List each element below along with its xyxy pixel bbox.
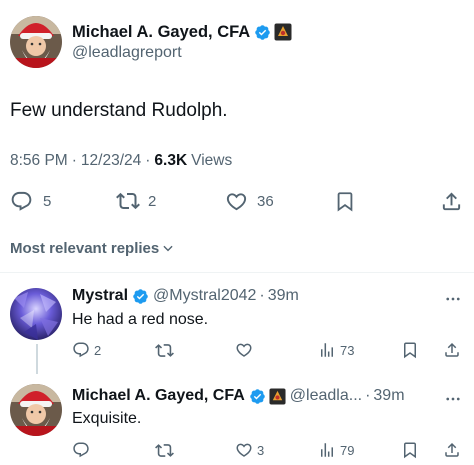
reply-separator: · <box>365 387 371 404</box>
reply-author-handle[interactable]: @Mystral2042 <box>153 287 256 305</box>
bookmark-icon <box>334 190 356 213</box>
reply-like-button[interactable]: 3 <box>235 440 264 460</box>
reply-share-button[interactable] <box>443 340 461 360</box>
reply-author-handle[interactable]: @leadla... <box>290 387 362 405</box>
main-tweet-views-label: Views <box>191 152 233 169</box>
main-author-name[interactable]: Michael A. Gayed, CFA <box>72 23 250 42</box>
reply-author-name[interactable]: Michael A. Gayed, CFA <box>72 387 245 405</box>
reply-author-avatar[interactable] <box>10 288 62 340</box>
more-icon[interactable] <box>444 290 462 308</box>
share-icon <box>440 190 463 213</box>
reply-view-count: 73 <box>340 342 355 358</box>
main-reply-button[interactable]: 5 <box>10 189 51 213</box>
bookmark-icon <box>401 341 419 359</box>
reply-retweet-button[interactable] <box>155 440 178 460</box>
like-icon <box>225 190 248 213</box>
main-tweet-text: Few understand Rudolph. <box>10 100 228 121</box>
views-icon <box>318 441 336 459</box>
main-retweet-count: 2 <box>148 192 157 210</box>
reply-reply-button[interactable] <box>72 440 94 460</box>
views-icon <box>318 341 336 359</box>
reply-author-name[interactable]: Mystral <box>72 287 128 305</box>
reply-icon <box>72 441 90 459</box>
affiliate-badge-icon[interactable] <box>269 387 286 405</box>
main-author-handle[interactable]: @leadlagreport <box>72 44 182 62</box>
affiliate-badge-icon[interactable] <box>274 23 292 41</box>
main-like-button[interactable]: 36 <box>225 189 274 213</box>
divider <box>0 272 474 273</box>
reply-reply-button[interactable]: 2 <box>72 340 101 360</box>
bookmark-icon <box>401 441 419 459</box>
main-author-name-row: Michael A. Gayed, CFA <box>72 22 292 42</box>
reply-reply-count: 2 <box>94 342 102 358</box>
retweet-icon <box>116 189 140 213</box>
verified-badge-icon[interactable] <box>249 388 266 405</box>
reply-bookmark-button[interactable] <box>401 340 419 360</box>
main-reply-count: 5 <box>43 192 52 210</box>
retweet-icon <box>155 441 174 460</box>
reply-sort-selector[interactable]: Most relevant replies <box>10 238 175 258</box>
meta-separator: · <box>145 152 151 169</box>
share-icon <box>443 341 461 359</box>
reply-time[interactable]: 39m <box>268 287 299 305</box>
verified-badge-icon[interactable] <box>132 288 149 305</box>
main-tweet-views-count: 6.3K <box>154 152 188 169</box>
reply-like-count: 3 <box>257 442 265 458</box>
reply-header: Michael A. Gayed, CFA @leadla... · 39m <box>72 386 405 406</box>
chevron-down-icon <box>161 241 175 255</box>
main-retweet-button[interactable]: 2 <box>116 189 156 213</box>
meta-separator: · <box>71 152 77 169</box>
reply-text: Exquisite. <box>72 410 142 427</box>
main-tweet-date[interactable]: 12/23/24 <box>81 152 141 170</box>
reply-views-button[interactable]: 79 <box>318 440 354 460</box>
reply-icon <box>10 190 33 213</box>
reply-views-button[interactable]: 73 <box>318 340 354 360</box>
share-icon <box>443 441 461 459</box>
reply-text: He had a red nose. <box>72 311 209 328</box>
reply-separator: · <box>259 287 265 304</box>
reply-bookmark-button[interactable] <box>401 440 419 460</box>
reply-header: Mystral @Mystral2042 · 39m <box>72 286 299 306</box>
more-icon[interactable] <box>444 390 462 408</box>
main-tweet-meta: 8:56 PM · 12/23/24 · 6.3K Views <box>10 152 232 170</box>
main-share-button[interactable] <box>440 189 463 213</box>
main-bookmark-button[interactable] <box>334 189 356 213</box>
reply-time[interactable]: 39m <box>373 387 404 405</box>
reply-icon <box>72 341 90 359</box>
reply-share-button[interactable] <box>443 440 461 460</box>
reply-view-count: 79 <box>340 442 355 458</box>
verified-badge-icon[interactable] <box>254 24 271 41</box>
main-author-avatar[interactable] <box>10 16 62 68</box>
reply-retweet-button[interactable] <box>155 340 178 360</box>
retweet-icon <box>155 341 174 360</box>
reply-sort-label: Most relevant replies <box>10 239 160 257</box>
reply-author-avatar[interactable] <box>10 384 62 436</box>
reply-thread-line <box>36 344 38 374</box>
like-icon <box>235 341 253 359</box>
main-like-count: 36 <box>257 192 274 210</box>
main-tweet-time[interactable]: 8:56 PM <box>10 152 68 170</box>
reply-like-button[interactable] <box>235 340 257 360</box>
like-icon <box>235 441 253 459</box>
